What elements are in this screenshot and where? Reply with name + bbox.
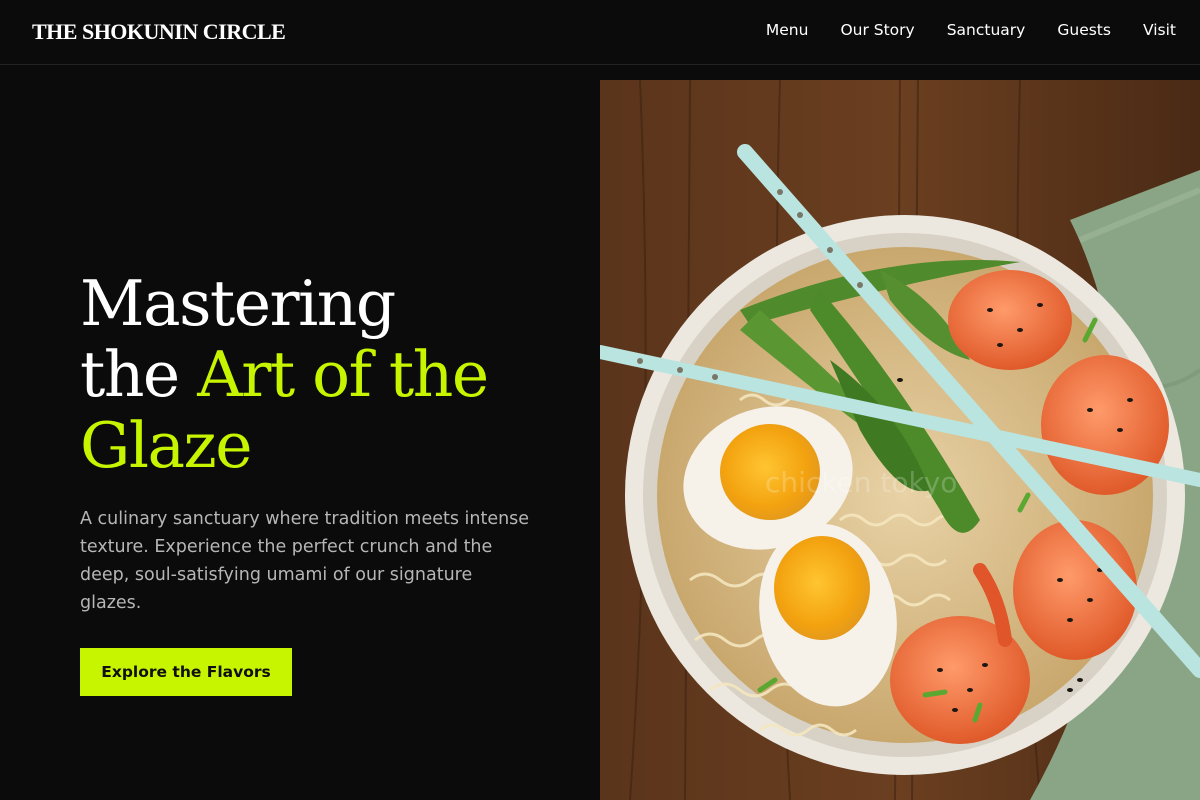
headline-line-1: Mastering: [80, 267, 396, 340]
nav-link-guests[interactable]: Guests: [1057, 21, 1111, 39]
main-nav: Menu Our Story Sanctuary Guests Visit: [766, 21, 1176, 39]
nav-link-menu[interactable]: Menu: [766, 21, 809, 39]
hero-copy: Mastering the Art of the Glaze A culinar…: [80, 268, 540, 617]
site-header: THE SHOKUNIN CIRCLE Menu Our Story Sanct…: [0, 0, 1200, 65]
headline-line-3-accent: Glaze: [80, 409, 253, 482]
hero-description: A culinary sanctuary where tradition mee…: [80, 509, 530, 613]
nav-link-our-story[interactable]: Our Story: [840, 21, 914, 39]
headline-line-2-plain: the: [80, 338, 198, 411]
explore-flavors-button[interactable]: Explore the Flavors: [80, 648, 292, 696]
headline-line-2-accent: Art of the: [197, 338, 489, 411]
nav-link-sanctuary[interactable]: Sanctuary: [947, 21, 1026, 39]
brand-logo[interactable]: THE SHOKUNIN CIRCLE: [32, 19, 286, 45]
photo-watermark: chicken tokyo: [765, 466, 957, 499]
nav-link-visit[interactable]: Visit: [1143, 21, 1176, 39]
ramen-bowl-photo: chicken tokyo: [600, 80, 1200, 800]
hero-headline: Mastering the Art of the Glaze: [80, 268, 540, 481]
